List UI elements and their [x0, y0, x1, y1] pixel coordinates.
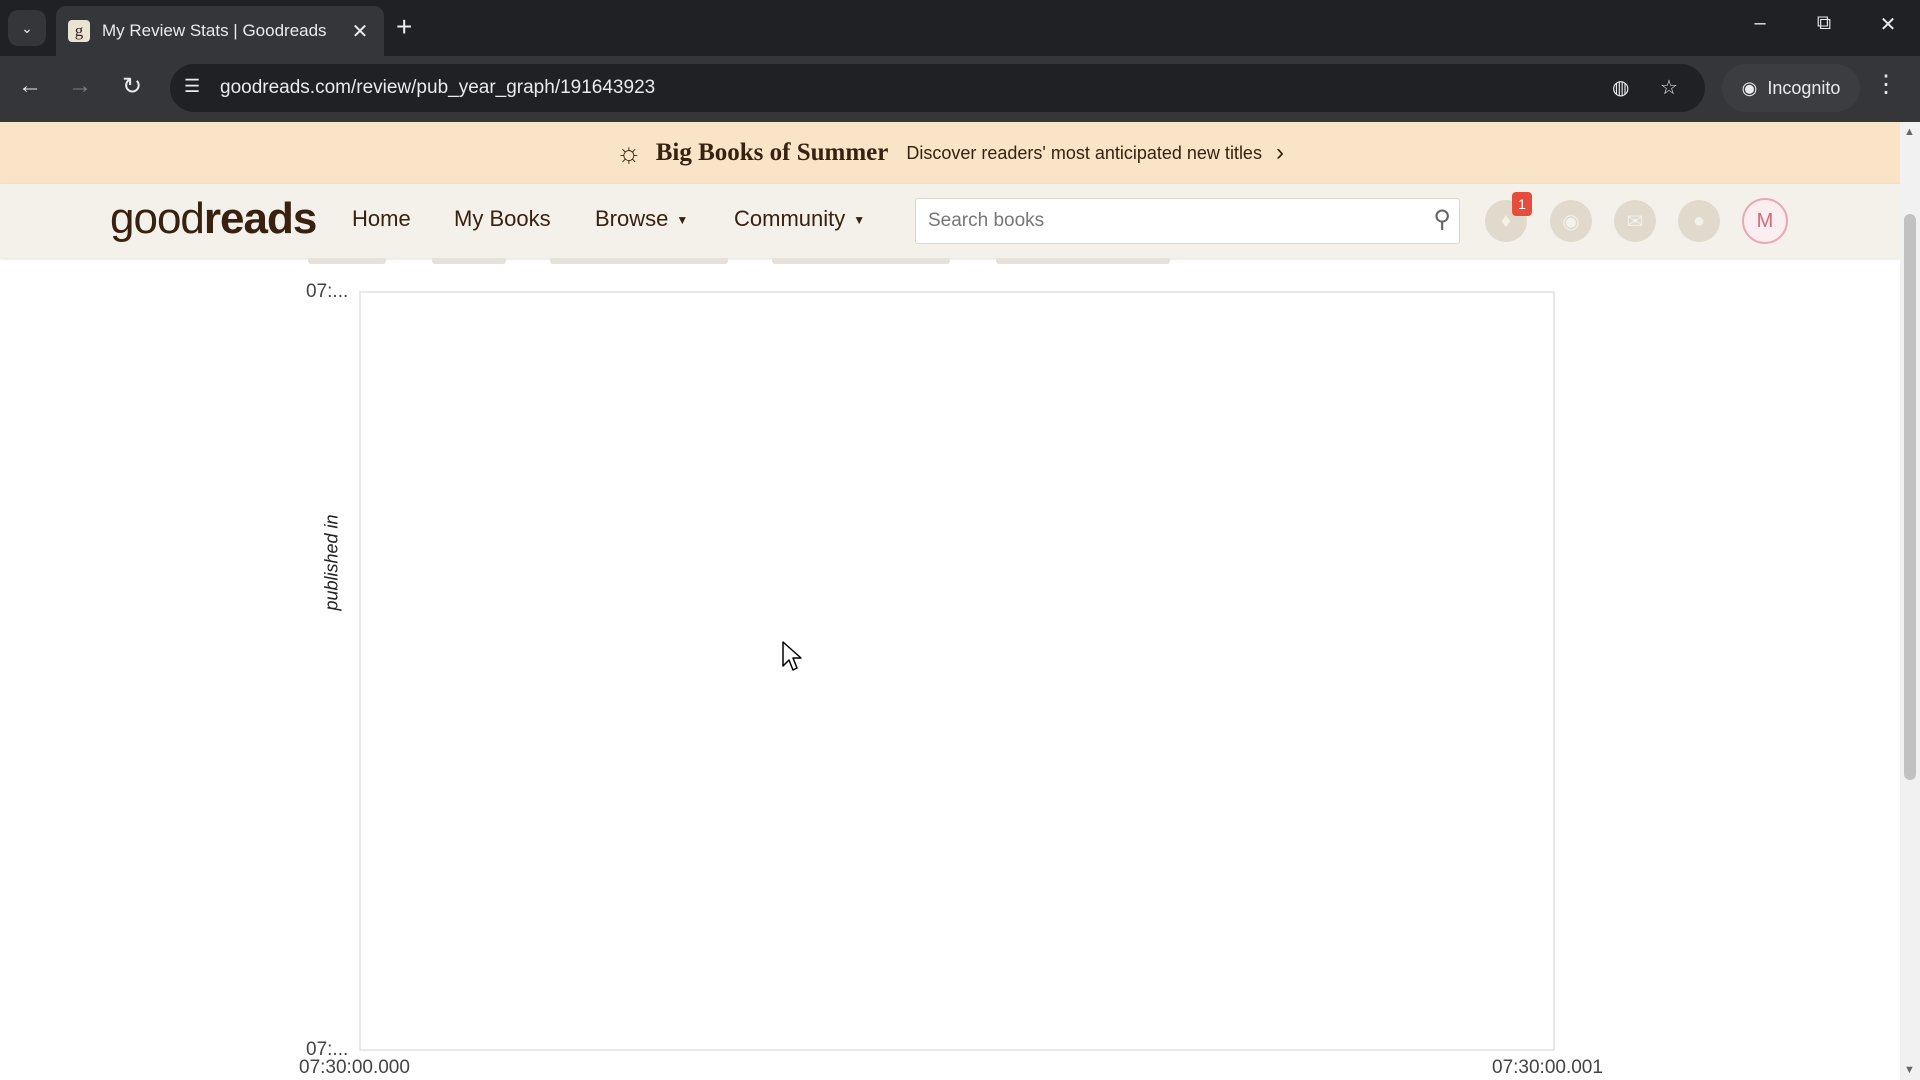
chart-svg: [359, 291, 1555, 1051]
scroll-down-arrow-icon[interactable]: ▼: [1904, 1064, 1915, 1076]
y-tick-label: 07:...: [306, 281, 349, 302]
plot-area: [359, 291, 1555, 1051]
x-tick-label: 07:30:00.000: [299, 1057, 410, 1078]
mouse-cursor-icon: [782, 641, 802, 671]
x-tick-label: 07:30:00.001: [1492, 1057, 1603, 1078]
y-axis-label: published in: [321, 514, 342, 611]
page-scrollbar[interactable]: ▲ ▼: [1900, 122, 1920, 1080]
scroll-thumb[interactable]: [1904, 214, 1916, 780]
scroll-up-arrow-icon[interactable]: ▲: [1904, 126, 1915, 138]
